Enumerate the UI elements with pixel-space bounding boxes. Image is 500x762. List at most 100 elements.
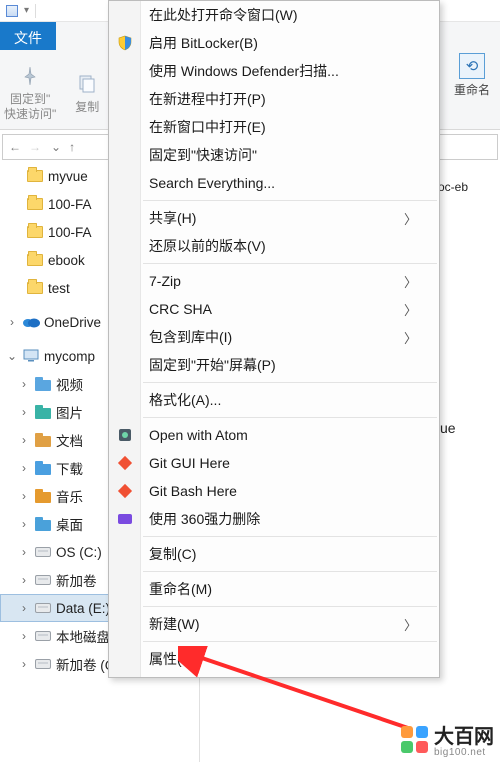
menu-item-label: 复制(C): [149, 544, 417, 564]
menu-item[interactable]: 新建(W)〉: [109, 610, 439, 638]
nav-back-icon[interactable]: ←: [7, 140, 23, 154]
nav-label: 视频: [56, 374, 83, 394]
menu-item[interactable]: Git Bash Here: [109, 477, 439, 505]
chevron-right-icon[interactable]: ›: [18, 461, 30, 475]
folder-icon: [26, 251, 44, 269]
menu-item[interactable]: 在新进程中打开(P): [109, 85, 439, 113]
watermark-url: big100.net: [434, 747, 494, 758]
qat-dropdown-icon[interactable]: ▾: [24, 5, 29, 16]
doc-icon: [34, 431, 52, 449]
menu-item[interactable]: 重命名(M): [109, 575, 439, 603]
chevron-down-icon[interactable]: ⌄: [49, 140, 63, 154]
atom-icon: [116, 426, 134, 444]
menu-item[interactable]: Open with Atom: [109, 421, 439, 449]
menu-item-label: Git Bash Here: [149, 483, 417, 499]
menu-item-label: Git GUI Here: [149, 455, 417, 471]
submenu-arrow-icon: 〉: [404, 209, 417, 228]
folder-icon: [26, 223, 44, 241]
nav-label: 100-FA: [48, 225, 92, 240]
menu-item[interactable]: 共享(H)〉: [109, 204, 439, 232]
menu-item-label: 使用 Windows Defender扫描...: [149, 61, 417, 81]
menu-separator: [143, 263, 437, 264]
menu-item[interactable]: 在新窗口中打开(E): [109, 113, 439, 141]
menu-separator: [143, 571, 437, 572]
menu-item-label: Open with Atom: [149, 427, 417, 443]
menu-item[interactable]: Git GUI Here: [109, 449, 439, 477]
menu-item[interactable]: 在此处打开命令窗口(W): [109, 1, 439, 29]
menu-item[interactable]: 属性(R): [109, 645, 439, 673]
menu-item-label: 共享(H): [149, 208, 404, 228]
nav-label: 音乐: [56, 486, 83, 506]
chevron-right-icon[interactable]: ›: [18, 433, 30, 447]
disk-c-icon: [34, 543, 52, 561]
nav-label: OneDrive: [44, 315, 101, 330]
pin-icon: [16, 62, 44, 90]
menu-item-label: CRC SHA: [149, 301, 404, 317]
menu-item[interactable]: 使用 Windows Defender扫描...: [109, 57, 439, 85]
menu-item[interactable]: 还原以前的版本(V): [109, 232, 439, 260]
menu-item-label: 固定到"快速访问": [149, 145, 417, 165]
menu-separator: [143, 641, 437, 642]
menu-item[interactable]: 使用 360强力删除: [109, 505, 439, 533]
chevron-right-icon[interactable]: ›: [18, 489, 30, 503]
qat-folder-icon[interactable]: [6, 5, 18, 17]
chevron-right-icon[interactable]: ›: [18, 405, 30, 419]
copy-button[interactable]: 复制: [62, 68, 112, 116]
file-tab[interactable]: 文件: [0, 22, 56, 50]
nav-label: 下载: [56, 458, 83, 478]
menu-item[interactable]: 复制(C): [109, 540, 439, 568]
menu-item-label: 属性(R): [149, 649, 417, 669]
nav-label: 新加卷: [56, 570, 97, 590]
menu-item-label: 重命名(M): [149, 579, 417, 599]
menu-item-label: 固定到"开始"屏幕(P): [149, 355, 417, 375]
qat-separator: [35, 4, 36, 18]
chevron-right-icon[interactable]: ›: [6, 315, 18, 329]
menu-item-label: 启用 BitLocker(B): [149, 33, 417, 53]
dl-icon: [34, 459, 52, 477]
submenu-arrow-icon: 〉: [404, 328, 417, 347]
chevron-right-icon[interactable]: ›: [18, 573, 30, 587]
menu-separator: [143, 417, 437, 418]
menu-item-label: 使用 360强力删除: [149, 509, 417, 529]
chevron-right-icon[interactable]: ›: [18, 629, 30, 643]
menu-item[interactable]: 启用 BitLocker(B): [109, 29, 439, 57]
submenu-arrow-icon: 〉: [404, 300, 417, 319]
chevron-right-icon[interactable]: ›: [18, 601, 30, 615]
menu-item[interactable]: CRC SHA〉: [109, 295, 439, 323]
menu-item[interactable]: 固定到"快速访问": [109, 141, 439, 169]
nav-label: mycomp: [44, 349, 95, 364]
menu-item[interactable]: 格式化(A)...: [109, 386, 439, 414]
pin-to-quick-access-button[interactable]: 固定到" 快速访问": [4, 60, 56, 123]
copy-icon: [73, 70, 101, 98]
rename-icon[interactable]: ⟲: [459, 53, 485, 79]
menu-item[interactable]: 7-Zip〉: [109, 267, 439, 295]
menu-item[interactable]: 固定到"开始"屏幕(P): [109, 351, 439, 379]
pin-label-line1: 固定到": [10, 92, 50, 108]
folder-icon: [26, 195, 44, 213]
watermark-logo-icon: [401, 726, 428, 753]
folder-icon: [26, 279, 44, 297]
menu-separator: [143, 606, 437, 607]
nav-up-icon[interactable]: ↑: [67, 140, 77, 154]
disk-icon: [34, 599, 52, 617]
git-icon: [116, 454, 134, 472]
watermark: 大百网 big100.net: [401, 720, 494, 758]
folder-icon: [26, 167, 44, 185]
menu-item[interactable]: 包含到库中(I)〉: [109, 323, 439, 351]
pc-icon: [22, 347, 40, 365]
chevron-right-icon[interactable]: ›: [18, 517, 30, 531]
chevron-right-icon[interactable]: ›: [18, 545, 30, 559]
menu-item[interactable]: Search Everything...: [109, 169, 439, 197]
chevron-right-icon[interactable]: ›: [18, 377, 30, 391]
rename-label: 重命名: [454, 81, 490, 98]
watermark-name: 大百网: [434, 720, 494, 749]
menu-separator: [143, 382, 437, 383]
nav-label: 100-FA: [48, 197, 92, 212]
desk-icon: [34, 515, 52, 533]
pin-label-line2: 快速访问": [4, 107, 56, 123]
git-icon: [116, 482, 134, 500]
chevron-right-icon[interactable]: ›: [18, 657, 30, 671]
chevron-down-icon[interactable]: ⌄: [6, 349, 18, 363]
disk-icon: [34, 571, 52, 589]
menu-item-label: 在新进程中打开(P): [149, 89, 417, 109]
